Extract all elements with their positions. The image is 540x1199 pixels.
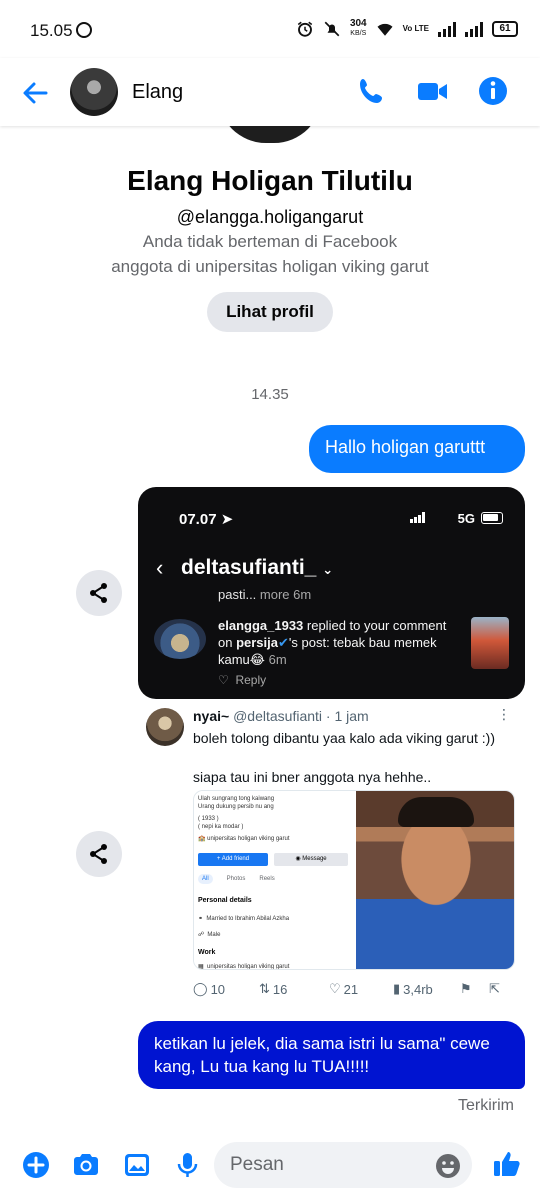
- message-bubble-outgoing[interactable]: ketikan lu jelek, dia sama istri lu sama…: [138, 1021, 525, 1089]
- avatar[interactable]: [70, 68, 118, 116]
- share-icon: [90, 844, 107, 864]
- mute-icon: [324, 21, 340, 37]
- share-button[interactable]: [76, 831, 122, 877]
- thread-timestamp: 14.35: [251, 386, 289, 403]
- signal-icon-2: [465, 21, 483, 37]
- profile-relationship: Anda tidak berteman di Facebook: [142, 232, 398, 251]
- status-bar: 15.05 304 KB/S Vo LTE 61: [0, 0, 540, 58]
- phone-icon[interactable]: [355, 74, 389, 108]
- heart-icon: ♡: [329, 981, 341, 996]
- tweet-text-line-1: boleh tolong dibantu yaa kalo ada viking…: [193, 730, 495, 746]
- image-phone-time: 07.07 ➤: [179, 511, 234, 528]
- battery-icon: [481, 512, 503, 524]
- chevron-left-icon: ‹: [156, 555, 164, 580]
- reply-icon: ◯: [193, 981, 208, 996]
- emoji-icon[interactable]: [434, 1152, 462, 1180]
- add-friend-label: + Add friend: [198, 853, 268, 866]
- more-icon: ⋮: [497, 706, 511, 722]
- mic-icon[interactable]: [172, 1150, 202, 1180]
- view-count: ▮ 3,4rb: [393, 981, 433, 997]
- share-icon: [90, 583, 107, 603]
- shared-image-tweet[interactable]: nyai~ @deltasufianti · 1 jam ⋮ boleh tol…: [138, 704, 525, 1004]
- retweet-count: ⇅ 16: [259, 981, 288, 997]
- alarm-icon: [297, 21, 313, 37]
- contact-name[interactable]: Elang: [132, 81, 183, 104]
- bookmark-icon: ⚑: [460, 981, 472, 996]
- share-button[interactable]: [76, 570, 122, 616]
- message-bubble-outgoing[interactable]: Hallo holigan garuttt: [309, 425, 525, 473]
- video-icon[interactable]: [415, 74, 449, 108]
- facebook-profile-screenshot: Ulah sungrang tong kaiwang Urang dukung …: [194, 791, 352, 969]
- person-photo: [356, 791, 514, 969]
- image-icon[interactable]: [122, 1150, 152, 1180]
- volte-indicator: Vo LTE: [402, 24, 429, 33]
- fb-tabs: All Photos Reels: [198, 874, 289, 884]
- back-arrow-icon[interactable]: [18, 76, 52, 110]
- message-composer: [0, 1132, 540, 1199]
- battery-icon: 61: [492, 21, 518, 37]
- tweet-media: Ulah sungrang tong kaiwang Urang dukung …: [193, 790, 515, 970]
- profile-username: @elangga.holigangarut: [176, 207, 364, 227]
- camera-icon[interactable]: [71, 1150, 101, 1180]
- like-count: ♡ 21: [329, 981, 359, 997]
- post-thumbnail: [471, 617, 509, 669]
- status-icons: 304 KB/S Vo LTE 61: [296, 19, 518, 39]
- shared-image-instagram[interactable]: 07.07 ➤ 5G ‹ deltasufianti_ ⌄ pasti... m…: [138, 487, 525, 699]
- whatsapp-icon: [76, 22, 92, 38]
- image-notification-text: elangga_1933 replied to your comment on …: [218, 618, 447, 667]
- network-speed: 304 KB/S: [349, 18, 367, 38]
- message-label: ◉ Message: [274, 853, 348, 866]
- plus-icon[interactable]: [21, 1150, 51, 1180]
- view-profile-button[interactable]: Lihat profil: [207, 292, 333, 332]
- verified-icon: ✔: [278, 635, 289, 650]
- profile-full-name: Elang Holigan Tilutilu: [127, 165, 413, 196]
- signal-icon: [438, 21, 456, 37]
- tweet-text-line-2: siapa tau ini bner anggota nya hehhe..: [193, 769, 432, 785]
- image-username: deltasufianti_ ⌄: [181, 556, 334, 579]
- retweet-icon: ⇅: [259, 981, 270, 996]
- image-reply-label: ♡ Reply: [218, 673, 267, 687]
- image-previous-text: pasti... more 6m: [218, 587, 312, 602]
- status-time: 15.05: [30, 21, 73, 40]
- info-icon[interactable]: [476, 74, 510, 108]
- chat-header: Elang: [0, 58, 540, 126]
- tweet-author: nyai~ @deltasufianti · 1 jam: [193, 708, 369, 724]
- signal-icon: [410, 512, 425, 523]
- image-network: 5G: [457, 511, 475, 526]
- profile-membership: anggota di unipersitas holigan viking ga…: [111, 257, 429, 276]
- avatar: [146, 708, 184, 746]
- share-icon: ⇱: [489, 981, 500, 996]
- wifi-icon: [377, 23, 393, 36]
- sent-status: Terkirim: [458, 1097, 514, 1114]
- views-icon: ▮: [393, 981, 401, 996]
- tweet-actions: ◯ 10 ⇅ 16 ♡ 21 ▮ 3,4rb ⚑ ⇱: [193, 980, 513, 1000]
- avatar: [154, 619, 206, 659]
- like-icon[interactable]: [491, 1148, 523, 1180]
- reply-count: ◯ 10: [193, 981, 226, 997]
